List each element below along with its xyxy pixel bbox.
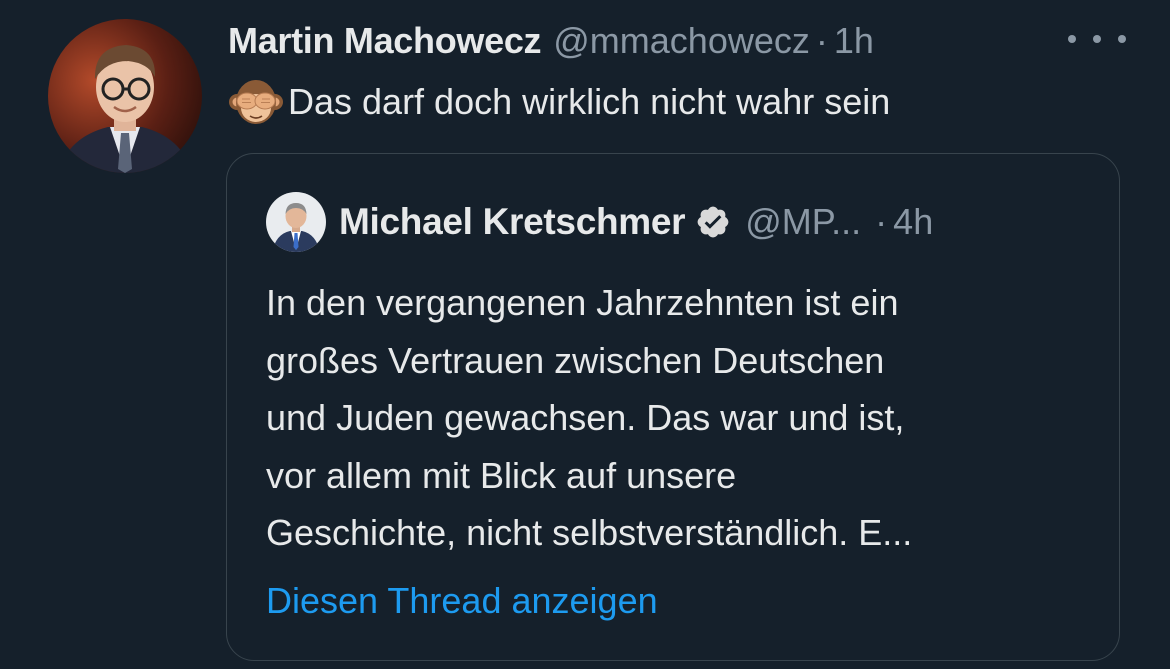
author-avatar[interactable]: [48, 19, 202, 173]
author-handle[interactable]: @mmachowecz: [553, 20, 810, 62]
quoted-author-avatar[interactable]: [266, 192, 326, 252]
more-options-button[interactable]: [1068, 22, 1126, 56]
tweet-body: Das darf doch wirklich nicht wahr sein: [288, 81, 891, 122]
quoted-timestamp[interactable]: 4h: [893, 201, 933, 243]
show-thread-link[interactable]: Diesen Thread anzeigen: [266, 572, 658, 629]
quoted-author-handle[interactable]: @MP...: [745, 201, 861, 243]
more-horizontal-icon-dot: [1093, 35, 1101, 43]
more-horizontal-icon-dot: [1118, 35, 1126, 43]
tweet-header: Martin Machowecz @mmachowecz · 1h: [228, 16, 874, 66]
author-name[interactable]: Martin Machowecz: [228, 20, 542, 62]
quoted-tweet-body: In den vergangenen Jahrzehnten ist ein g…: [266, 282, 913, 553]
verified-badge-icon: [697, 206, 729, 238]
see-no-evil-monkey-icon: [229, 80, 283, 124]
separator-dot: ·: [815, 20, 828, 61]
tweet: Martin Machowecz @mmachowecz · 1h Das da…: [0, 0, 1170, 669]
quoted-tweet-header: Michael Kretschmer @MP... · 4h: [339, 196, 933, 248]
quoted-author-name[interactable]: Michael Kretschmer: [339, 201, 686, 243]
tweet-text: Das darf doch wirklich nicht wahr sein: [228, 74, 890, 130]
more-horizontal-icon-dot: [1068, 35, 1076, 43]
separator-dot: ·: [875, 201, 888, 242]
quoted-tweet-card[interactable]: Michael Kretschmer @MP... · 4h In den ve…: [226, 153, 1120, 661]
timestamp[interactable]: 1h: [834, 20, 874, 62]
